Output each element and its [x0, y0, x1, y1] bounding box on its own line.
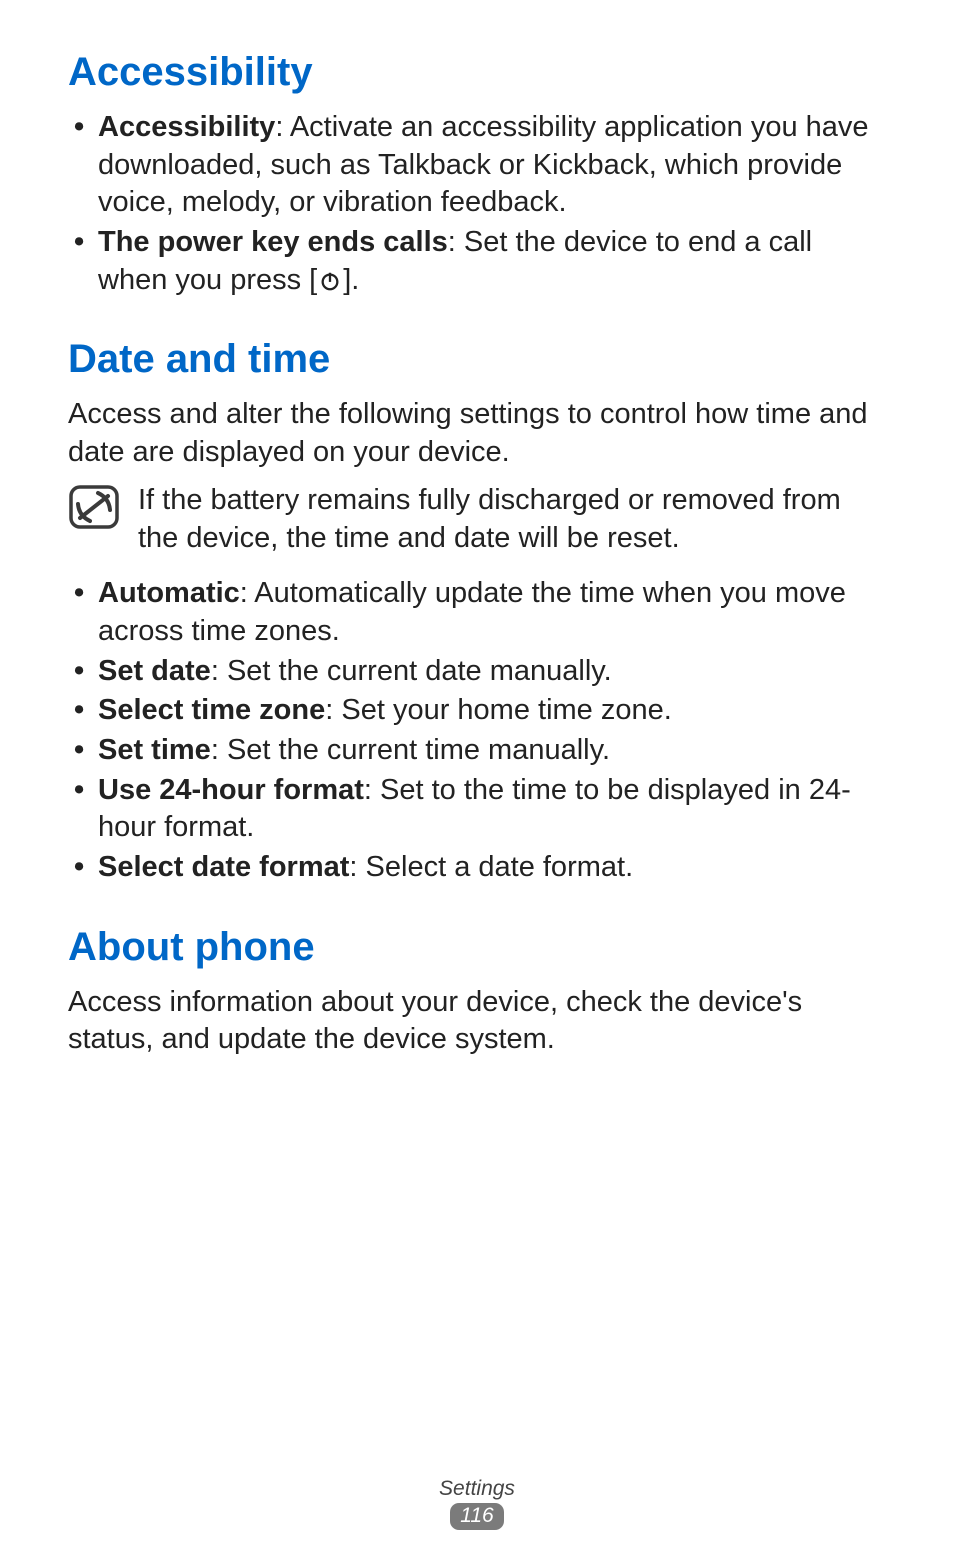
item-label: Set time — [98, 734, 211, 766]
list-item: Set date: Set the current date manually. — [68, 653, 886, 691]
list-item: Select time zone: Set your home time zon… — [68, 692, 886, 730]
item-label: Select date format — [98, 851, 349, 883]
item-desc: : Set your home time zone. — [325, 694, 672, 726]
footer-section-label: Settings — [0, 1477, 954, 1501]
heading-date-time: Date and time — [68, 337, 886, 382]
item-label: Automatic — [98, 577, 240, 609]
page-number-badge: 116 — [450, 1503, 503, 1530]
list-item: The power key ends calls: Set the device… — [68, 224, 886, 299]
item-desc: : Select a date format. — [349, 851, 633, 883]
item-label: Set date — [98, 655, 211, 687]
date-time-intro: Access and alter the following settings … — [68, 396, 886, 471]
note-icon — [68, 484, 120, 530]
about-phone-intro: Access information about your device, ch… — [68, 984, 886, 1059]
item-label: Use 24-hour format — [98, 774, 364, 806]
note-row: If the battery remains fully discharged … — [68, 482, 886, 557]
item-label: The power key ends calls — [98, 226, 448, 258]
item-label: Accessibility — [98, 111, 275, 143]
item-desc: : Set the current time manually. — [211, 734, 610, 766]
item-label: Select time zone — [98, 694, 325, 726]
item-desc-post: ]. — [343, 264, 359, 296]
note-text: If the battery remains fully discharged … — [138, 482, 886, 557]
list-item: Automatic: Automatically update the time… — [68, 575, 886, 650]
accessibility-list: Accessibility: Activate an accessibility… — [68, 109, 886, 299]
item-desc: : Set the current date manually. — [211, 655, 612, 687]
power-icon — [319, 270, 341, 292]
list-item: Set time: Set the current time manually. — [68, 732, 886, 770]
list-item: Accessibility: Activate an accessibility… — [68, 109, 886, 222]
page-footer: Settings 116 — [0, 1477, 954, 1530]
date-time-list: Automatic: Automatically update the time… — [68, 575, 886, 887]
heading-about-phone: About phone — [68, 925, 886, 970]
list-item: Select date format: Select a date format… — [68, 849, 886, 887]
heading-accessibility: Accessibility — [68, 50, 886, 95]
list-item: Use 24-hour format: Set to the time to b… — [68, 772, 886, 847]
